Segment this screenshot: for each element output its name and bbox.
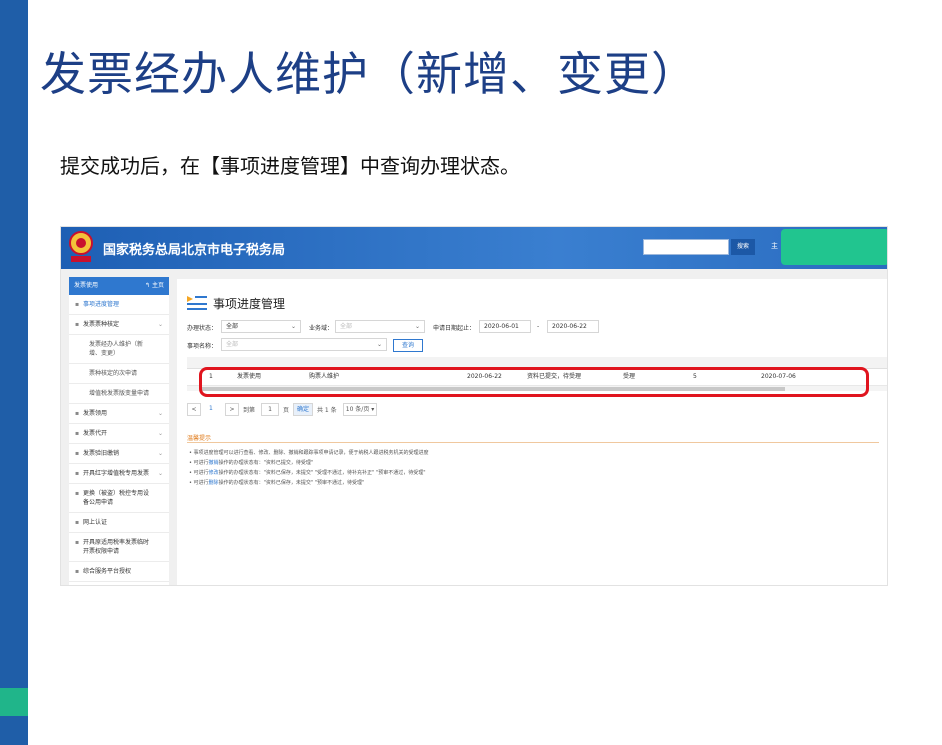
bullet-icon: ▪ [75, 321, 80, 328]
date-to-input[interactable]: 2020-06-22 [547, 320, 599, 333]
sidebar-header-title: 发票使用 [74, 282, 99, 289]
bullet-icon: ▪ [75, 490, 80, 497]
bullet-icon: ▪ [75, 301, 80, 308]
date-from-input[interactable]: 2020-06-01 [479, 320, 531, 333]
item-name-select[interactable]: 全部 ⌄ [221, 338, 387, 351]
tip-line: • 可进行删除操作的办理状态有："资料已保存，未提交" "预审不通过，待受理" [189, 480, 365, 486]
sidebar-item[interactable]: 增值税发票版变量申请 [69, 384, 169, 404]
highlight-oval [199, 367, 869, 397]
tip-highlight[interactable]: 修改 [209, 470, 219, 476]
tip-line: • 可进行修改操作的办理状态有："资料已保存，未提交" "受理不通过，待补充补正… [189, 470, 426, 476]
sidebar-item[interactable]: ▪ 开具原适用税率发票临时开票权限申请 [69, 533, 169, 562]
bullet-icon: ▪ [75, 539, 80, 546]
sidebar-item-label: 票种核定的次申请 [89, 370, 138, 377]
sidebar-item-label: 发票票种核定 [83, 321, 120, 328]
sidebar-item[interactable]: ▪ 网上认证 [69, 513, 169, 533]
item-name-label: 事项名称： [187, 343, 218, 350]
sidebar-item[interactable]: ▪ 更换（被盗）税控专用设备公用申请 [69, 484, 169, 513]
bullet-icon: ▪ [75, 470, 80, 477]
chevron-down-icon: ⌄ [157, 321, 163, 328]
sidebar-home-link[interactable]: ↰ 主页 [145, 277, 164, 295]
embedded-screenshot: 国家税务总局北京市电子税务局 搜索 主 发票使用 ↰ 主页 ▪ 事项进度管理 ▪ 发票… [60, 226, 888, 586]
sidebar-item-label: 发票经办人维护（新增、变更） [89, 341, 144, 357]
sidebar: 发票使用 ↰ 主页 ▪ 事项进度管理 ▪ 发票票种核定 ⌄ 发票经办人维护（新增、变更）票… [69, 277, 169, 585]
chevron-down-icon: ⌄ [157, 470, 163, 477]
page-title: 事项进度管理 [213, 297, 286, 311]
sidebar-item-label: 增值税发票版变量申请 [89, 390, 150, 397]
chevron-down-icon: ⌄ [414, 323, 420, 330]
sidebar-item[interactable]: ▪ 发票票种核定 ⌄ [69, 315, 169, 335]
sidebar-item-label: 开具原适用税率发票临时开票权限申请 [83, 539, 150, 555]
sidebar-item[interactable]: ▪ 事项进度管理 [69, 295, 169, 315]
sidebar-item-label: 网上认证 [83, 519, 108, 526]
tip-line: • 事项进度管理可以进行查看、修改、删除、撤销和跟踪事项申请记录，便于纳税人跟进… [189, 450, 429, 456]
current-page[interactable]: 1 [209, 405, 213, 412]
sidebar-item[interactable]: ▪ 发票代开 ⌄ [69, 424, 169, 444]
main-panel: 事项进度管理 办理状态： 全部 ⌄ 业务域： 全部 ⌄ 申请日期起止： 2020-0… [177, 279, 887, 585]
tip-highlight[interactable]: 撤销 [209, 460, 219, 466]
sidebar-item-label: 开具红字增值税专用发票 [83, 470, 150, 477]
tips-title: 温馨提示 [187, 435, 212, 442]
sidebar-item[interactable]: ▪ 开具红字增值税专用发票 ⌄ [69, 464, 169, 484]
sidebar-item-label: 事项进度管理 [83, 301, 120, 308]
sidebar-item-label: 更换（被盗）税控专用设备公用申请 [83, 490, 150, 506]
tax-emblem-icon [69, 231, 93, 262]
slide-accent-square [0, 688, 28, 716]
chevron-down-icon: ⌄ [376, 341, 382, 348]
goto-page-input[interactable]: 1 [261, 403, 279, 416]
status-select[interactable]: 全部 ⌄ [221, 320, 301, 333]
goto-label: 到第 [243, 407, 256, 414]
date-range-label: 申请日期起止： [433, 325, 476, 332]
sidebar-item[interactable]: ▪ 发票领用 ⌄ [69, 404, 169, 424]
date-separator: - [537, 323, 540, 330]
chevron-down-icon: ⌄ [290, 323, 296, 330]
sidebar-item-label: 综合服务平台授权 [83, 568, 132, 575]
tip-highlight[interactable]: 删除 [209, 480, 219, 486]
slide-title: 发票经办人维护（新增、变更） [40, 47, 698, 101]
next-page-button[interactable]: > [225, 403, 239, 416]
sidebar-item[interactable]: ▪ 发票验旧缴销 ⌄ [69, 444, 169, 464]
list-icon [187, 296, 207, 310]
sidebar-item-label: 发票代开 [83, 430, 108, 437]
chevron-down-icon: ⌄ [157, 410, 163, 417]
total-count: 共 1 条 [317, 407, 337, 414]
sidebar-header: 发票使用 ↰ 主页 [69, 277, 169, 295]
bullet-icon: ▪ [75, 450, 80, 457]
site-title: 国家税务总局北京市电子税务局 [103, 243, 286, 258]
slide-instruction: 提交成功后，在【事项进度管理】中查询办理状态。 [60, 154, 520, 178]
header-home-link[interactable]: 主 [771, 241, 778, 251]
chevron-down-icon: ⌄ [157, 450, 163, 457]
page-unit: 页 [283, 407, 290, 414]
page-size-select[interactable]: 10 条/页 ▾ [343, 403, 377, 416]
header-search-button[interactable]: 搜索 [731, 239, 755, 255]
sidebar-item[interactable]: ▪ 综合服务平台授权 [69, 562, 169, 582]
query-button[interactable]: 查询 [393, 339, 423, 352]
sidebar-item-label: 发票领用 [83, 410, 108, 417]
site-header: 国家税务总局北京市电子税务局 搜索 主 [61, 227, 887, 269]
prev-page-button[interactable]: < [187, 403, 201, 416]
bullet-icon: ▪ [75, 568, 80, 575]
slide-left-bar [0, 0, 28, 745]
domain-label: 业务域： [309, 325, 334, 332]
bullet-icon: ▪ [75, 519, 80, 526]
domain-select[interactable]: 全部 ⌄ [335, 320, 425, 333]
sidebar-item-label: 发票验旧缴销 [83, 450, 120, 457]
status-label: 办理状态： [187, 325, 218, 332]
sidebar-item[interactable]: 发票经办人维护（新增、变更） [69, 335, 169, 364]
goto-confirm-button[interactable]: 确定 [293, 403, 313, 416]
header-search-input[interactable] [643, 239, 729, 255]
redaction-box [781, 229, 887, 265]
tip-line: • 可进行撤销操作的办理状态有："资料已提交，待受理" [189, 460, 314, 466]
tips-divider [187, 442, 879, 443]
bullet-icon: ▪ [75, 430, 80, 437]
bullet-icon: ▪ [75, 410, 80, 417]
chevron-down-icon: ⌄ [157, 430, 163, 437]
sidebar-item[interactable]: 票种核定的次申请 [69, 364, 169, 384]
